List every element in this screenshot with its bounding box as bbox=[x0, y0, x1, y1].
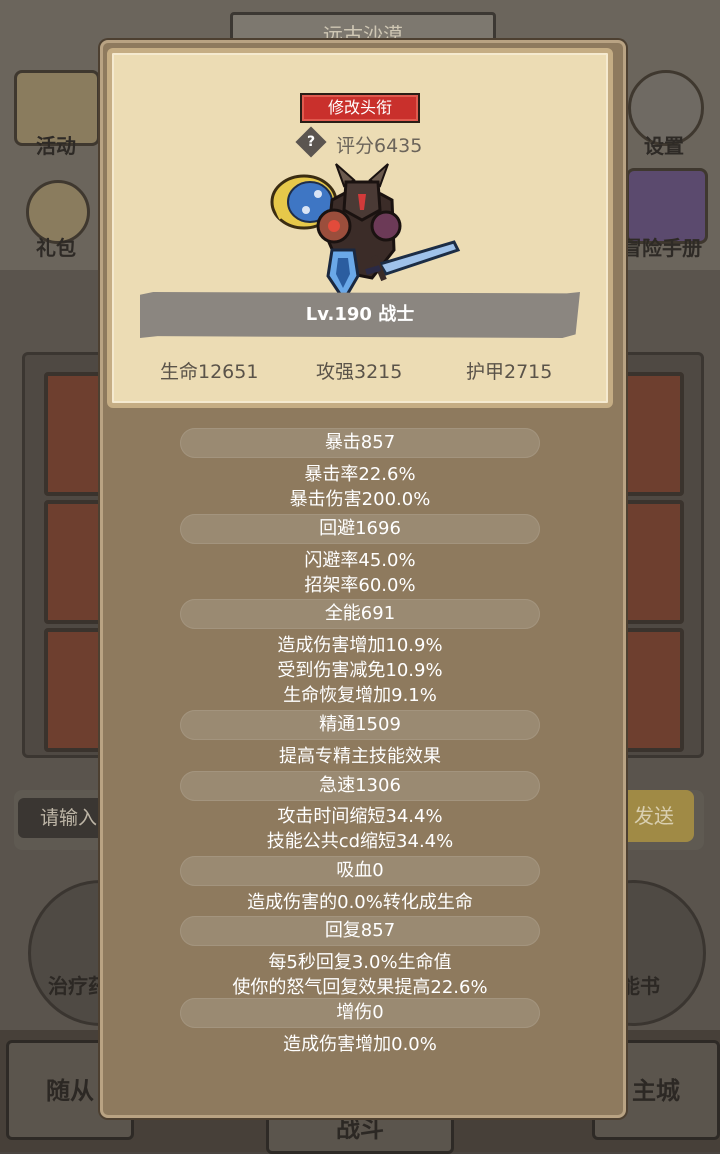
attr-mastery: 精通1509 bbox=[319, 714, 401, 735]
attr-detail: 造成伤害的0.0%转化成生命 bbox=[247, 892, 473, 913]
attr-damage-bonus: 增伤0 bbox=[336, 1002, 384, 1023]
skill-book-label: 能书 bbox=[620, 974, 660, 998]
heal-potion-label: 治疗药 bbox=[48, 974, 108, 998]
combat-score: 评分6435 bbox=[336, 135, 423, 157]
attr-detail: 受到伤害减免10.9% bbox=[277, 660, 443, 681]
attr-detail: 攻击时间缩短34.4% bbox=[277, 806, 443, 827]
attr-detail: 闪避率45.0% bbox=[304, 550, 416, 571]
activity-label: 活动 bbox=[36, 134, 76, 158]
attr-detail: 招架率60.0% bbox=[304, 575, 416, 596]
attr-detail: 提高专精主技能效果 bbox=[279, 746, 441, 767]
attr-detail: 使你的怒气回复效果提高22.6% bbox=[232, 977, 488, 998]
attr-detail: 造成伤害增加10.9% bbox=[277, 635, 443, 656]
attr-lifesteal: 吸血0 bbox=[336, 860, 384, 881]
armor-stat: 护甲2715 bbox=[466, 361, 553, 383]
attr-detail: 暴击伤害200.0% bbox=[289, 489, 431, 510]
gift-label: 礼包 bbox=[36, 236, 76, 260]
attr-detail: 技能公共cd缩短34.4% bbox=[266, 831, 454, 852]
attr-avoidance: 回避1696 bbox=[319, 518, 401, 539]
handbook-label: 冒险手册 bbox=[622, 236, 702, 260]
level-class: Lv.190 战士 bbox=[305, 304, 415, 325]
attr-detail: 每5秒回复3.0%生命值 bbox=[268, 952, 452, 973]
attr-crit: 暴击857 bbox=[324, 432, 396, 453]
change-title-button[interactable]: 修改头衔 bbox=[300, 93, 420, 123]
attr-haste: 急速1306 bbox=[319, 775, 401, 796]
question-mark-icon: ? bbox=[306, 134, 316, 150]
attr-detail: 造成伤害增加0.0% bbox=[283, 1034, 437, 1055]
attr-versatility: 全能691 bbox=[324, 603, 396, 624]
hp-stat: 生命12651 bbox=[160, 361, 259, 383]
attack-stat: 攻强3215 bbox=[316, 361, 403, 383]
attr-detail: 生命恢复增加9.1% bbox=[283, 685, 437, 706]
attr-detail: 暴击率22.6% bbox=[304, 464, 416, 485]
attr-regen: 回复857 bbox=[324, 920, 396, 941]
settings-label: 设置 bbox=[644, 134, 684, 158]
warrior-avatar bbox=[270, 163, 461, 303]
